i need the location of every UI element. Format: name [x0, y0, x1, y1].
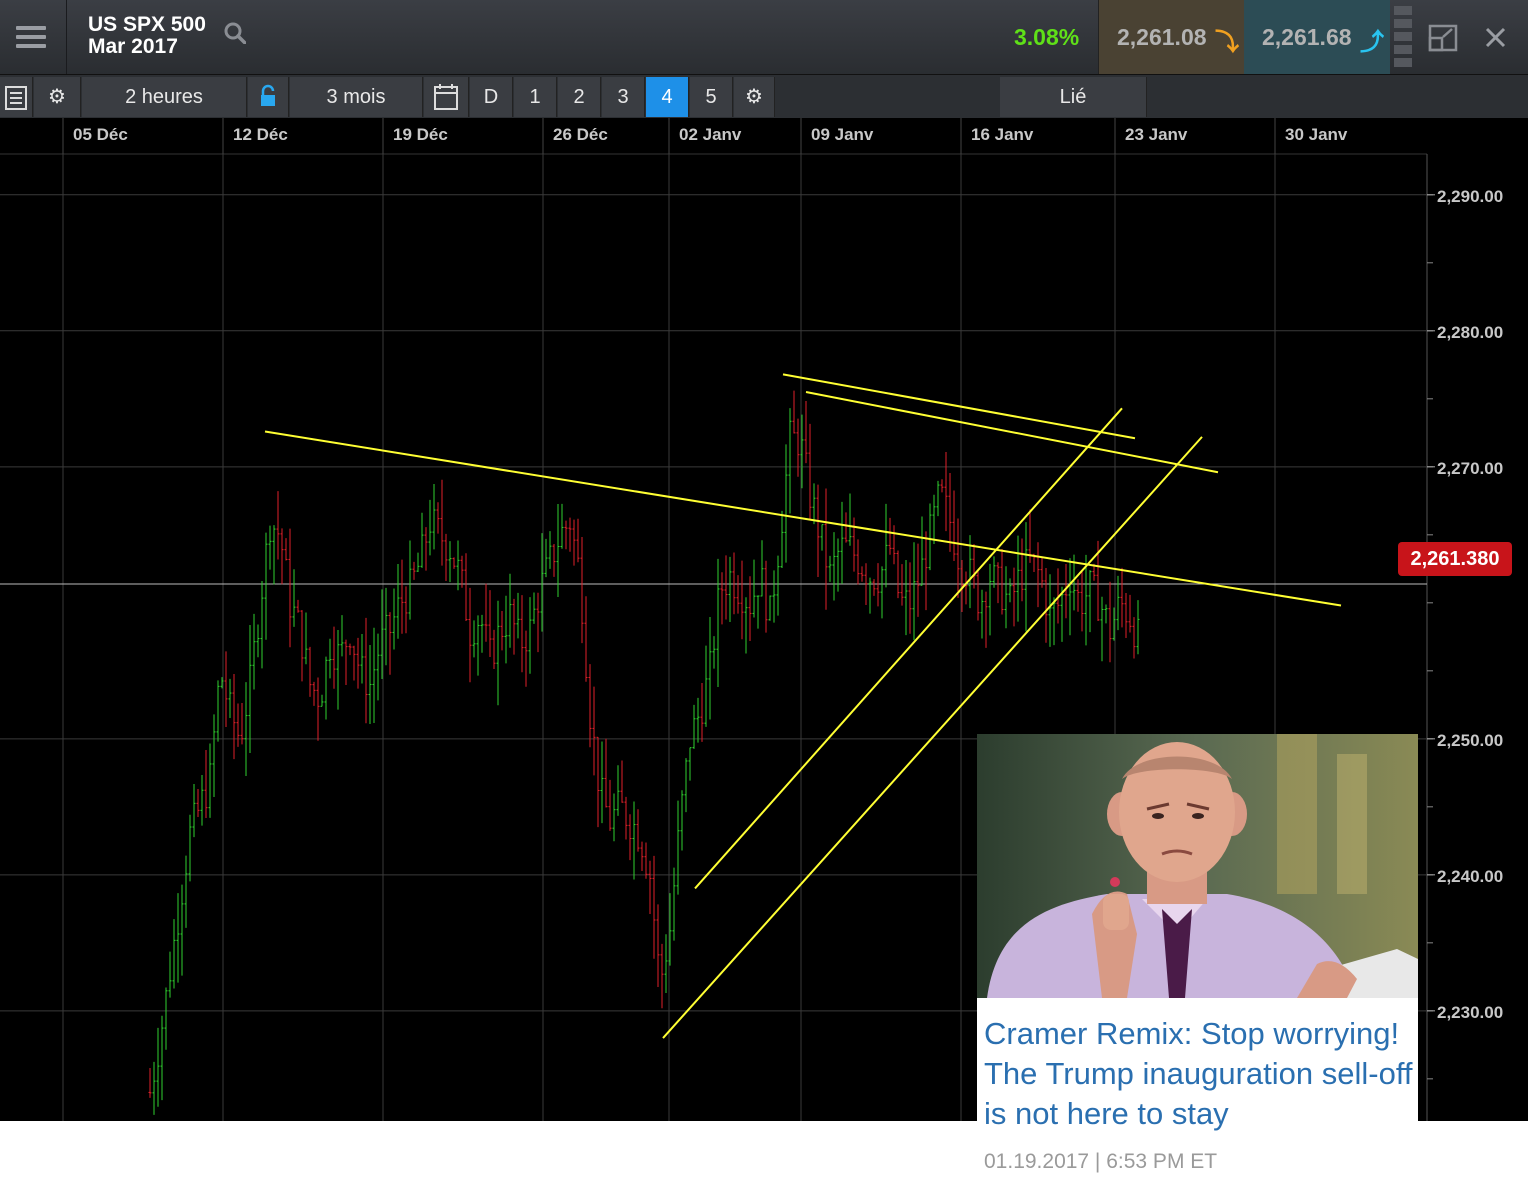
popout-icon[interactable] — [1428, 24, 1458, 52]
instrument-name: US SPX 500 — [88, 13, 206, 36]
drag-handle-icon[interactable] — [1394, 6, 1412, 67]
sell-price: 2,261.08 — [1117, 24, 1207, 50]
buy-price: 2,261.68 — [1262, 24, 1352, 50]
y-tick-label: 2,280.00 — [1437, 323, 1503, 342]
interval-select[interactable]: 2 heures — [82, 77, 247, 117]
x-tick-label: 26 Déc — [553, 125, 608, 144]
calendar-icon[interactable] — [424, 77, 469, 117]
trendline[interactable] — [264, 430, 1342, 607]
y-tick-label: 2,230.00 — [1437, 1003, 1503, 1022]
y-tick-label: 2,250.00 — [1437, 731, 1503, 750]
news-photo — [977, 734, 1418, 998]
chart-settings-icon[interactable]: ⚙ — [734, 77, 775, 117]
top-bar: US SPX 500 Mar 2017 3.08% 2,261.08 ⤵ 2,2… — [0, 0, 1528, 74]
menu-icon[interactable] — [0, 0, 67, 74]
change-percent: 3.08% — [1014, 24, 1080, 50]
up-arrow-icon: ⤴ — [1360, 29, 1384, 56]
x-tick-label: 09 Janv — [811, 125, 874, 144]
y-tick-label: 2,240.00 — [1437, 867, 1503, 886]
x-tick-label: 02 Janv — [679, 125, 742, 144]
x-tick-label: 30 Janv — [1285, 125, 1348, 144]
sell-button[interactable]: 2,261.08 ⤵ — [1098, 0, 1245, 74]
range-select[interactable]: 3 mois — [290, 77, 423, 117]
x-tick-label: 16 Janv — [971, 125, 1034, 144]
buy-button[interactable]: 2,261.68 ⤴ — [1244, 0, 1390, 74]
search-icon[interactable] — [224, 22, 246, 44]
news-timestamp: 01.19.2017 | 6:53 PM ET — [984, 1150, 1218, 1173]
layout-button-2[interactable]: 2 — [558, 77, 601, 117]
chart-toolbar: ⚙ 2 heures 3 mois D 1 2 3 4 5 ⚙ Lié — [0, 74, 1528, 119]
instrument-title[interactable]: US SPX 500 Mar 2017 — [88, 14, 206, 58]
x-tick-label: 23 Janv — [1125, 125, 1188, 144]
layout-button-d[interactable]: D — [470, 77, 513, 117]
linked-button[interactable]: Lié — [1000, 77, 1147, 117]
layout-button-4[interactable]: 4 — [646, 77, 689, 117]
news-headline[interactable]: Cramer Remix: Stop worrying! The Trump i… — [984, 1014, 1418, 1134]
lock-icon[interactable] — [248, 77, 289, 117]
trendline[interactable] — [782, 373, 1136, 440]
gear-icon[interactable]: ⚙ — [34, 77, 81, 117]
x-tick-label: 19 Déc — [393, 125, 448, 144]
window-controls — [1390, 0, 1528, 74]
layout-button-3[interactable]: 3 — [602, 77, 645, 117]
y-tick-label: 2,290.00 — [1437, 187, 1503, 206]
instrument-expiry: Mar 2017 — [88, 35, 178, 58]
x-tick-label: 05 Déc — [73, 125, 128, 144]
layout-button-1[interactable]: 1 — [514, 77, 557, 117]
y-tick-label: 2,270.00 — [1437, 459, 1503, 478]
trendline[interactable] — [805, 391, 1219, 474]
down-arrow-icon: ⤵ — [1215, 29, 1239, 56]
chart-list-icon[interactable] — [0, 77, 33, 117]
news-card[interactable]: Cramer Remix: Stop worrying! The Trump i… — [977, 734, 1418, 1185]
layout-button-5[interactable]: 5 — [690, 77, 733, 117]
x-tick-label: 12 Déc — [233, 125, 288, 144]
current-price-badge: 2,261.380 — [1398, 542, 1512, 576]
close-icon[interactable] — [1485, 27, 1506, 48]
